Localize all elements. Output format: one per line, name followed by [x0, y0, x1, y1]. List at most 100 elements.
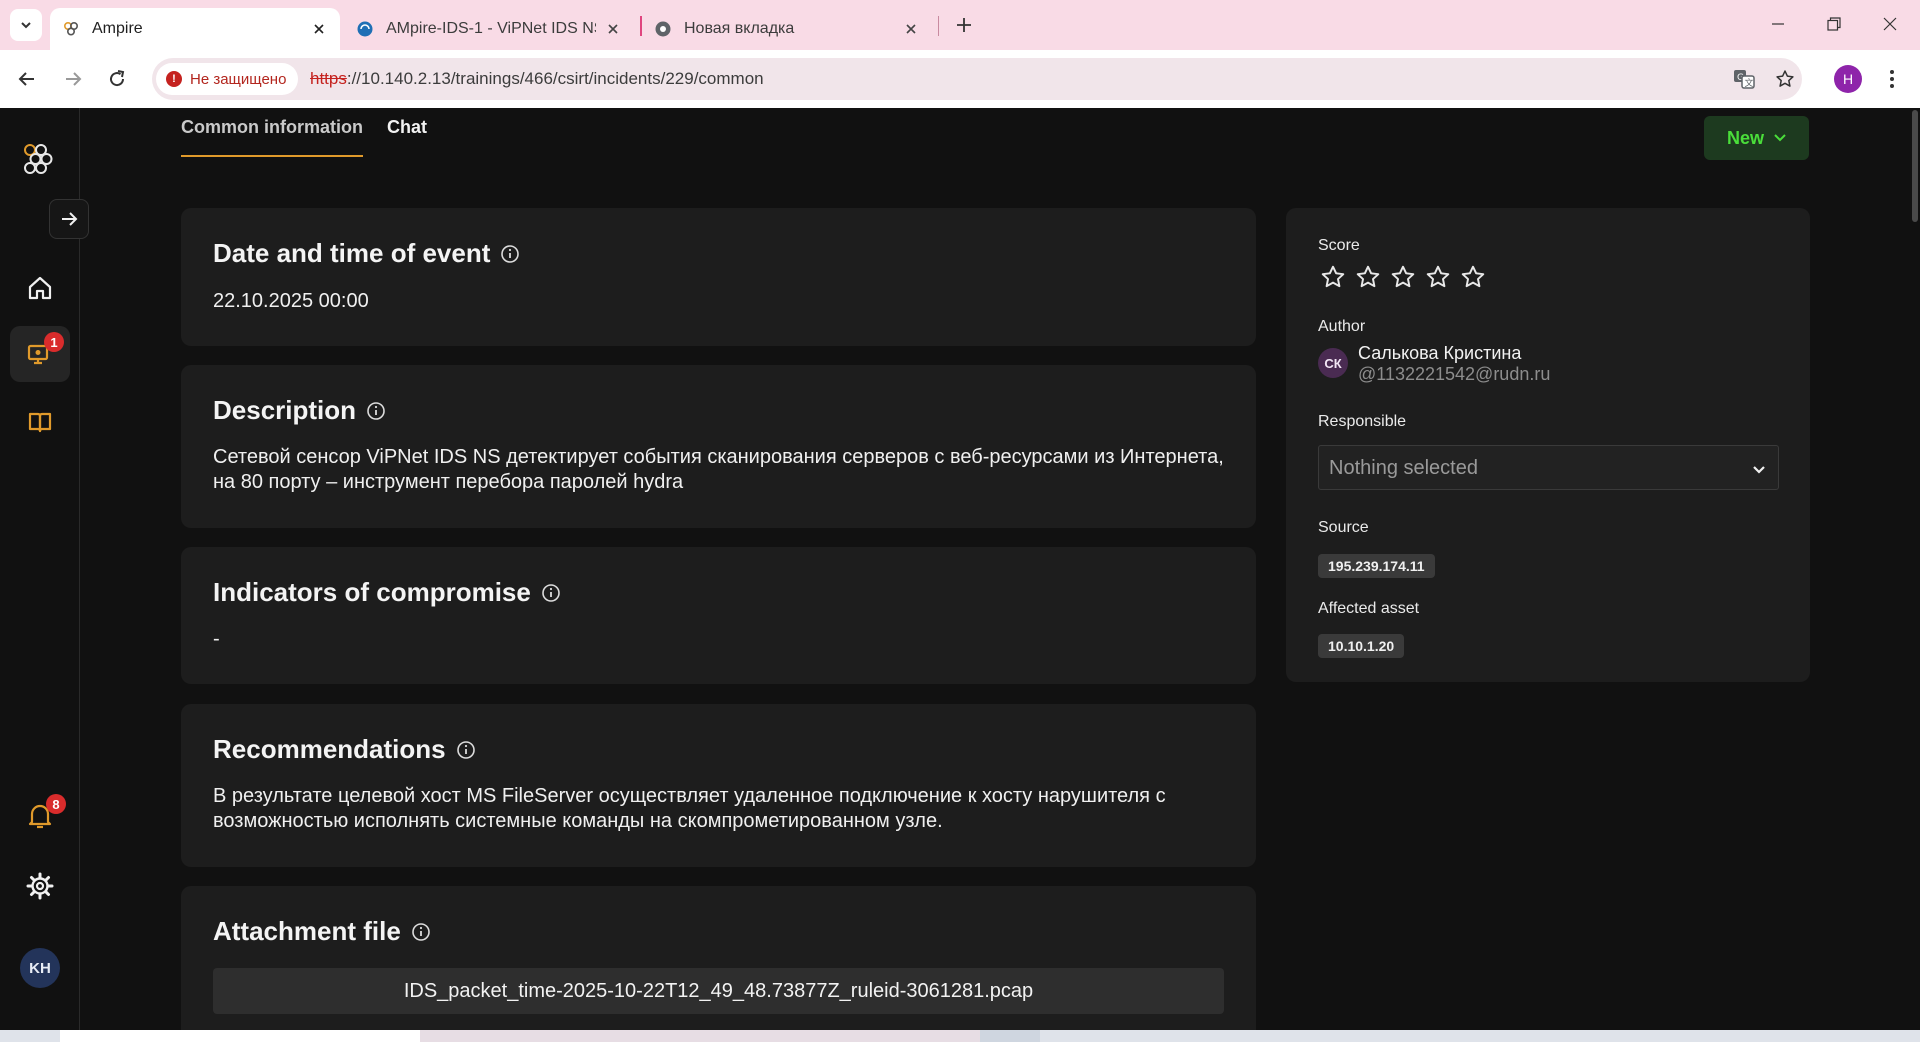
responsible-label: Responsible	[1318, 413, 1407, 430]
reload-button[interactable]	[100, 62, 134, 96]
more-vert-icon	[1890, 70, 1894, 88]
description-title: Description	[213, 395, 357, 425]
sidebar-item-home[interactable]	[10, 260, 70, 316]
card-title: Indicators of compromise	[213, 577, 561, 608]
recommendations-card: Recommendations В результате целевой хос…	[181, 704, 1256, 867]
os-taskbar	[0, 1030, 1920, 1042]
browser-tab-ids[interactable]: AMpire-IDS-1 - ViPNet IDS NS	[344, 8, 634, 50]
date-card: Date and time of event 22.10.2025 00:00	[181, 208, 1256, 346]
card-title: Description	[213, 395, 386, 426]
main-content: Common information Chat New Date and tim…	[80, 108, 1910, 1030]
status-dropdown-button[interactable]: New	[1704, 116, 1809, 160]
app-sidebar: 1 8 KH	[0, 108, 89, 1030]
date-title: Date and time of event	[213, 238, 491, 268]
browser-tab-new[interactable]: Новая вкладка	[642, 8, 932, 50]
tab-common-information[interactable]: Common information	[181, 117, 363, 157]
taskbar-segment	[420, 1030, 980, 1042]
star-outline-icon[interactable]	[1320, 264, 1346, 290]
recommendations-title: Recommendations	[213, 734, 446, 764]
author-avatar: СК	[1318, 348, 1348, 378]
app-logo[interactable]	[10, 130, 70, 186]
scrollbar-thumb[interactable]	[1912, 110, 1918, 222]
card-title: Recommendations	[213, 734, 476, 765]
source-chip: 195.239.174.11	[1318, 554, 1435, 578]
tab-separator	[938, 16, 939, 36]
author-label: Author	[1318, 318, 1366, 335]
author-handle: @1132221542@rudn.ru	[1358, 364, 1551, 384]
bookmark-button[interactable]	[1773, 67, 1797, 91]
browser-menu-button[interactable]	[1878, 64, 1906, 94]
chrome-icon	[654, 20, 672, 38]
score-rating[interactable]	[1320, 264, 1486, 290]
close-icon[interactable]	[310, 20, 328, 38]
url-text[interactable]: https://10.140.2.13/trainings/466/csirt/…	[310, 69, 764, 89]
hexagon-cluster-icon	[24, 144, 53, 174]
svg-text:文: 文	[1745, 77, 1754, 89]
chevron-down-icon	[1752, 462, 1766, 476]
incident-details-panel: Score Author СК Салькова Кристина @11322…	[1286, 208, 1810, 682]
responsible-value: Nothing selected	[1329, 457, 1478, 479]
info-icon[interactable]	[541, 583, 561, 603]
url-scheme: https	[310, 69, 347, 88]
back-button[interactable]	[10, 62, 44, 96]
close-icon[interactable]	[604, 20, 622, 38]
info-icon[interactable]	[456, 740, 476, 760]
star-outline-icon[interactable]	[1390, 264, 1416, 290]
restore-button[interactable]	[1806, 0, 1862, 48]
security-chip[interactable]: ! Не защищено	[156, 63, 299, 95]
sidebar-item-incidents[interactable]: 1	[10, 326, 70, 382]
browser-tabstrip: Ampire AMpire-IDS-1 - ViPNet IDS NS Нова…	[0, 0, 1920, 50]
ioc-card: Indicators of compromise -	[181, 547, 1256, 684]
chevron-down-icon	[1774, 132, 1786, 144]
ioc-title: Indicators of compromise	[213, 577, 531, 607]
status-label: New	[1726, 127, 1764, 148]
attachment-title: Attachment file	[213, 916, 401, 946]
book-icon	[28, 412, 52, 433]
warning-icon: !	[166, 71, 182, 87]
info-icon[interactable]	[366, 401, 386, 421]
sidebar-item-knowledge-base[interactable]	[10, 394, 70, 450]
home-icon	[28, 276, 52, 300]
incidents-badge: 1	[44, 332, 64, 352]
gear-icon	[26, 872, 54, 900]
close-icon[interactable]	[902, 20, 920, 38]
notifications-badge: 8	[46, 794, 66, 814]
forward-button[interactable]	[56, 62, 90, 96]
responsible-select[interactable]: Nothing selected	[1318, 445, 1779, 490]
translate-icon: G文	[1734, 70, 1755, 89]
user-avatar[interactable]: KH	[20, 948, 60, 988]
taskbar-segment	[60, 1030, 420, 1042]
source-label: Source	[1318, 519, 1369, 536]
attachment-file-button[interactable]: IDS_packet_time-2025-10-22T12_49_48.7387…	[213, 968, 1224, 1014]
description-card: Description Сетевой сенсор ViPNet IDS NS…	[181, 365, 1256, 528]
address-bar[interactable]: ! Не защищено https://10.140.2.13/traini…	[152, 58, 1802, 100]
arrow-left-icon	[18, 72, 34, 86]
star-outline-icon	[1776, 70, 1794, 87]
browser-tab-ampire[interactable]: Ampire	[50, 8, 340, 50]
security-label: Не защищено	[190, 70, 287, 88]
score-label: Score	[1318, 237, 1360, 254]
star-outline-icon[interactable]	[1425, 264, 1451, 290]
tab-title: Ampire	[92, 20, 143, 37]
plus-icon	[957, 18, 971, 32]
restore-icon	[1827, 17, 1841, 31]
affected-asset-label: Affected asset	[1318, 600, 1420, 617]
tab-chat[interactable]: Chat	[387, 117, 427, 155]
card-title: Date and time of event	[213, 238, 520, 269]
star-outline-icon[interactable]	[1355, 264, 1381, 290]
star-outline-icon[interactable]	[1460, 264, 1486, 290]
sidebar-item-settings[interactable]	[10, 858, 70, 914]
profile-avatar[interactable]: H	[1834, 65, 1862, 93]
tab-search-button[interactable]	[10, 9, 42, 41]
translate-button[interactable]: G文	[1732, 67, 1756, 91]
new-tab-button[interactable]	[950, 11, 978, 39]
info-icon[interactable]	[411, 922, 431, 942]
minimize-icon	[1772, 23, 1784, 25]
close-icon	[1883, 17, 1897, 31]
info-icon[interactable]	[500, 244, 520, 264]
page-scrollbar[interactable]	[1910, 108, 1920, 1030]
sidebar-item-notifications[interactable]: 8	[10, 788, 70, 844]
minimize-button[interactable]	[1750, 0, 1806, 48]
close-window-button[interactable]	[1862, 0, 1918, 48]
vipnet-favicon-icon	[356, 20, 374, 38]
